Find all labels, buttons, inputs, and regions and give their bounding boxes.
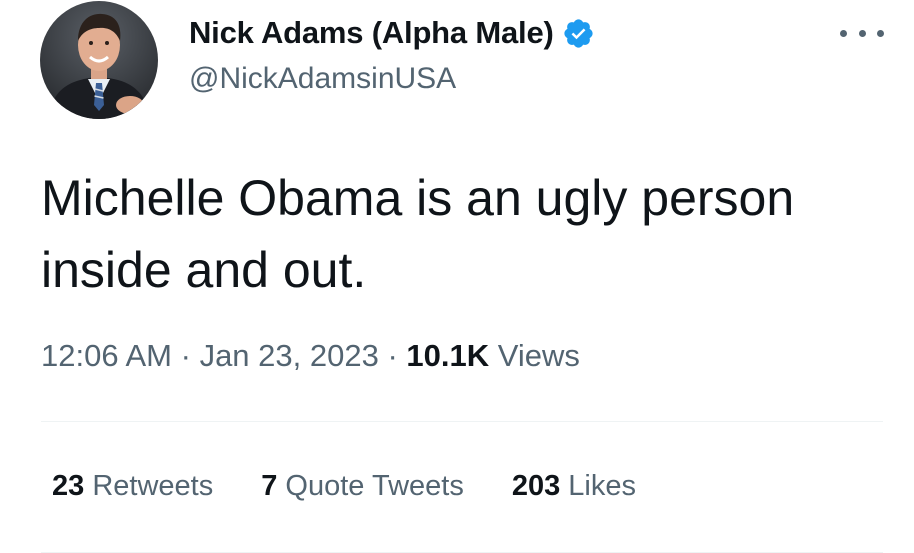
likes-stat[interactable]: 203 Likes (512, 470, 636, 503)
likes-count: 203 (511, 470, 561, 502)
quote-tweets-stat[interactable]: 7 Quote Tweets (261, 470, 464, 503)
dot (840, 29, 847, 37)
meta-separator: · (387, 338, 398, 373)
retweets-label: Retweets (92, 470, 214, 502)
engagement-stats: 23 Retweets 7 Quote Tweets 203 Likes (52, 470, 684, 503)
verified-badge-icon (562, 17, 595, 50)
tweet-time[interactable]: 12:06 AM (41, 338, 172, 373)
author-handle[interactable]: @NickAdamsinUSA (189, 62, 456, 96)
tweet-card: Nick Adams (Alpha Male) @NickAdamsinUSA … (0, 0, 914, 553)
likes-label: Likes (568, 470, 636, 502)
quote-tweets-count: 7 (261, 470, 278, 502)
retweets-count: 23 (52, 470, 85, 502)
profile-photo (40, 1, 158, 119)
avatar[interactable] (40, 1, 158, 119)
dot (858, 29, 866, 37)
tweet-date[interactable]: Jan 23, 2023 (200, 338, 379, 373)
author-display-name[interactable]: Nick Adams (Alpha Male) (189, 15, 554, 51)
divider (41, 421, 883, 422)
quote-tweets-label: Quote Tweets (285, 470, 464, 502)
more-options-icon[interactable] (840, 22, 884, 44)
author-name-row[interactable]: Nick Adams (Alpha Male) (189, 13, 595, 53)
meta-separator: · (180, 338, 191, 373)
dot (877, 29, 884, 37)
tweet-text: Michelle Obama is an ugly person inside … (41, 170, 795, 298)
retweets-stat[interactable]: 23 Retweets (52, 470, 213, 503)
views-count: 10.1K (406, 338, 490, 373)
views-label: Views (497, 338, 580, 373)
tweet-metadata: 12:06 AM · Jan 23, 2023 · 10.1K Views (41, 338, 580, 374)
